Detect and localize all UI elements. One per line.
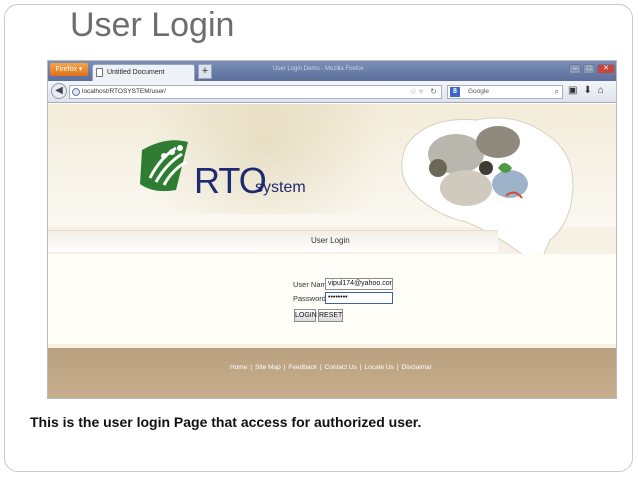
footer-link-locate-us[interactable]: Locate Us — [365, 364, 394, 371]
password-input[interactable]: •••••••• — [325, 292, 393, 304]
footer-links: Home | Site Map | Feedback | Contact Us … — [230, 364, 432, 371]
username-input[interactable]: vipul174@yahoo.com — [325, 278, 393, 290]
slide: User Login Firefox ▾ Untitled Document +… — [0, 0, 638, 478]
window-controls: – □ ✕ — [569, 64, 615, 74]
reload-icon[interactable]: ↻ — [430, 86, 437, 98]
footer-separator: | — [396, 364, 399, 371]
browser-tab-strip: Firefox ▾ Untitled Document + User Login… — [48, 61, 616, 81]
web-page: RTO system User Login User Name: vipul17… — [48, 104, 616, 398]
tab-title: Untitled Document — [107, 69, 165, 76]
back-button[interactable]: ◀ — [51, 83, 67, 99]
slide-caption: This is the user login Page that access … — [30, 414, 422, 430]
footer-link-home[interactable]: Home — [230, 364, 247, 371]
search-icon[interactable]: ⌕ — [555, 86, 559, 98]
footer-link-site-map[interactable]: Site Map — [255, 364, 281, 371]
browser-nav-bar: ◀ localhost/RTOSYSTEM/user/ ☆ ▿ ↻ 8 Goog… — [48, 81, 616, 103]
nav-toolbar-icons: ▣ ⬇ ⌂ — [568, 85, 604, 96]
footer-separator: | — [319, 364, 322, 371]
footer-link-disclaimer[interactable]: Disclaimar — [402, 364, 432, 371]
background-window-title: User Login Demo - Mozilla Firefox — [273, 66, 364, 72]
firefox-menu-button[interactable]: Firefox ▾ — [50, 63, 88, 76]
url-text: localhost/RTOSYSTEM/user/ — [82, 88, 166, 95]
reset-button[interactable]: RESET — [318, 309, 343, 322]
document-icon — [96, 68, 103, 77]
site-footer — [48, 348, 616, 398]
new-tab-button[interactable]: + — [198, 64, 212, 79]
login-button[interactable]: LOGIN — [294, 309, 317, 322]
footer-link-contact-us[interactable]: Contact Us — [325, 364, 357, 371]
search-bar[interactable]: 8 Google ⌕ — [447, 85, 563, 99]
footer-separator: | — [283, 364, 286, 371]
bookmark-star-icon[interactable]: ☆ ▿ — [410, 86, 423, 98]
download-arrow-icon[interactable]: ⬇ — [583, 85, 591, 96]
globe-icon — [72, 88, 80, 96]
address-bar[interactable]: localhost/RTOSYSTEM/user/ ☆ ▿ ↻ — [69, 85, 442, 99]
login-heading: User Login — [311, 236, 350, 245]
footer-separator: | — [250, 364, 253, 371]
search-placeholder: Google — [468, 88, 489, 95]
tab-untitled-document[interactable]: Untitled Document — [92, 64, 195, 81]
page-icon[interactable]: ▣ — [568, 85, 577, 96]
browser-screenshot: Firefox ▾ Untitled Document + User Login… — [47, 60, 617, 399]
google-icon[interactable]: 8 — [450, 87, 460, 97]
minimize-button[interactable]: – — [569, 64, 581, 74]
rto-logo-icon — [140, 140, 188, 192]
password-label: Password: — [293, 294, 329, 303]
maximize-button[interactable]: □ — [583, 64, 595, 74]
footer-separator: | — [359, 364, 362, 371]
close-button[interactable]: ✕ — [597, 64, 615, 74]
home-icon[interactable]: ⌂ — [598, 85, 604, 96]
logo-subtext: system — [255, 179, 306, 196]
slide-title: User Login — [70, 6, 235, 44]
footer-link-feedback[interactable]: Feedback — [288, 364, 317, 371]
login-header-strip — [48, 230, 498, 252]
